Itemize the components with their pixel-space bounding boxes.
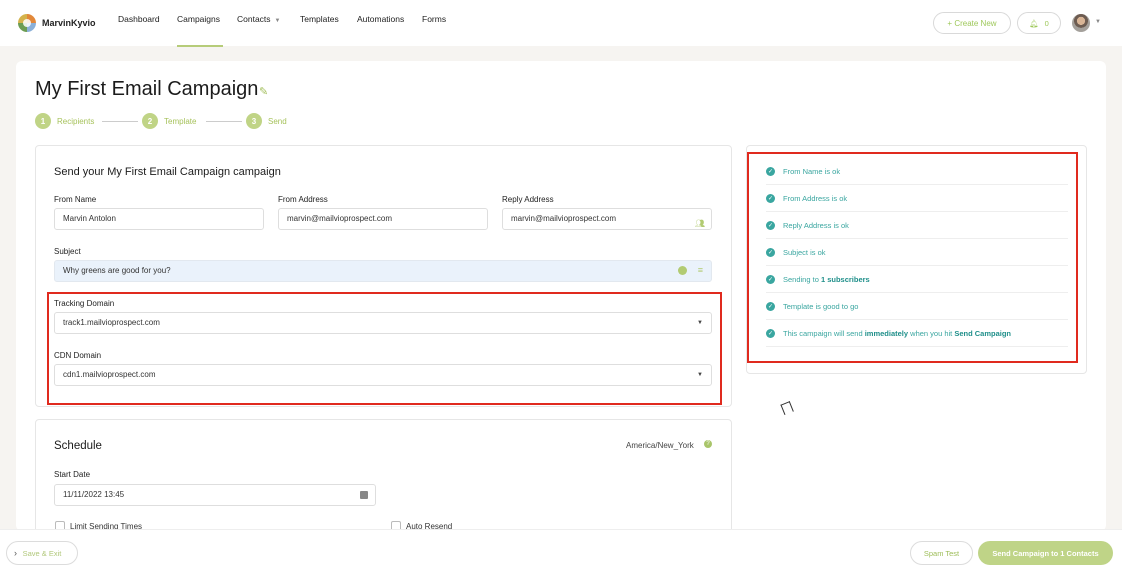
page-title: My First Email Campaign <box>35 78 259 100</box>
check-from-address: ✓ From Address is ok <box>766 185 1068 212</box>
from-name-label: From Name <box>54 195 97 204</box>
check-text-prefix: This campaign will send <box>783 328 865 338</box>
cdn-domain-select[interactable]: cdn1.mailvioprospect.com ▼ <box>54 364 712 386</box>
nav-templates[interactable]: Templates <box>300 14 339 47</box>
check-circle-icon: ✓ <box>766 220 775 230</box>
step-label: Template <box>164 116 197 126</box>
help-icon[interactable]: ? <box>704 440 712 448</box>
notifications-button[interactable]: 🔔︎ 0 <box>1017 12 1061 34</box>
subscriber-count: 1 subscribers <box>820 274 870 284</box>
brand-logo-icon <box>18 14 36 32</box>
nav-campaigns[interactable]: Campaigns <box>177 14 223 47</box>
check-text: Reply Address is ok <box>783 220 849 230</box>
subject-field[interactable]: Why greens are good for you? ≡ <box>54 260 712 282</box>
from-address-label: From Address <box>278 195 328 204</box>
send-campaign-button[interactable]: Send Campaign to 1 Contacts <box>978 541 1113 565</box>
calendar-icon[interactable] <box>360 491 368 499</box>
brand[interactable]: MarvinKyvio <box>18 14 96 32</box>
highlight-frame-domains <box>47 292 722 405</box>
check-reply-address: ✓ Reply Address is ok <box>766 212 1068 239</box>
cdn-domain-label: CDN Domain <box>54 351 102 360</box>
step-template[interactable]: 2 Template <box>142 113 196 129</box>
start-date-field[interactable]: 11/11/2022 13:45 <box>54 484 376 506</box>
from-name-field[interactable]: Marvin Antolon <box>54 208 264 230</box>
subject-value: Why greens are good for you? <box>63 266 171 275</box>
step-label: Send <box>268 116 287 126</box>
timezone: America/New_York <box>626 441 694 450</box>
check-subject: ✓ Subject is ok <box>766 239 1068 266</box>
subject-label: Subject <box>54 247 81 256</box>
pencil-icon[interactable]: ✎ <box>259 85 268 98</box>
check-text: Sending to 1 subscribers <box>783 275 870 284</box>
spam-test-button[interactable]: Spam Test <box>910 541 973 565</box>
chevron-down-icon: ▼ <box>274 18 281 24</box>
send-heading: Send your My First Email Campaign campai… <box>54 166 281 178</box>
reply-address-field[interactable]: marvin@mailvioprospect.com 👥︎ <box>502 208 712 230</box>
step-label: Recipients <box>57 116 95 126</box>
tracking-domain-select[interactable]: track1.mailvioprospect.com ▼ <box>54 312 712 334</box>
reply-address-value: marvin@mailvioprospect.com <box>511 214 617 223</box>
nav-automations[interactable]: Automations <box>357 14 404 47</box>
check-text-mid: when you hit <box>908 328 955 338</box>
nav-contacts[interactable]: Contacts ▼ <box>237 14 281 47</box>
check-circle-icon: ✓ <box>766 274 775 284</box>
step-number: 2 <box>142 113 158 129</box>
tracking-domain-label: Tracking Domain <box>54 299 115 308</box>
check-text: Template is good to go <box>783 301 859 311</box>
check-template: ✓ Template is good to go <box>766 293 1068 320</box>
check-circle-icon: ✓ <box>766 193 775 203</box>
check-sending-to: ✓ Sending to 1 subscribers <box>766 266 1068 293</box>
chevron-down-icon[interactable]: ▼ <box>1095 19 1101 25</box>
from-address-field[interactable]: marvin@mailvioprospect.com <box>278 208 488 230</box>
chevron-down-icon: ▼ <box>697 372 703 378</box>
check-circle-icon: ✓ <box>766 328 775 338</box>
check-send-timing: ✓ This campaign will send immediately wh… <box>766 320 1068 347</box>
brand-name: MarvinKyvio <box>42 18 96 28</box>
tracking-domain-value: track1.mailvioprospect.com <box>63 318 160 327</box>
notifications-count: 0 <box>1044 18 1049 28</box>
nav-dashboard[interactable]: Dashboard <box>118 14 160 47</box>
step-recipients[interactable]: 1 Recipients <box>35 113 94 129</box>
check-circle-icon: ✓ <box>766 301 775 311</box>
start-date-value: 11/11/2022 13:45 <box>63 490 125 499</box>
check-from-name: ✓ From Name is ok <box>766 158 1068 185</box>
check-text: This campaign will send immediately when… <box>783 329 1011 338</box>
send-timing: immediately <box>864 328 909 338</box>
contacts-icon[interactable]: 👥︎ <box>695 214 705 234</box>
nav-forms[interactable]: Forms <box>422 14 446 47</box>
step-number: 3 <box>246 113 262 129</box>
reply-address-label: Reply Address <box>502 195 554 204</box>
check-circle-icon: ✓ <box>766 166 775 176</box>
emoji-icon[interactable] <box>678 266 687 275</box>
step-connector <box>206 121 242 122</box>
check-text-prefix: Sending to <box>783 274 821 284</box>
top-navbar: MarvinKyvio Dashboard Campaigns Contacts… <box>0 0 1122 47</box>
step-number: 1 <box>35 113 51 129</box>
send-campaign-ref: Send Campaign <box>954 328 1012 338</box>
check-text: Subject is ok <box>783 247 826 257</box>
avatar[interactable] <box>1072 14 1090 32</box>
schedule-heading: Schedule <box>54 440 102 452</box>
schedule-panel <box>35 419 732 534</box>
create-new-button[interactable]: + Create New <box>933 12 1011 34</box>
nav-contacts-label: Contacts <box>237 14 271 24</box>
chevron-down-icon: ▼ <box>697 320 703 326</box>
cdn-domain-value: cdn1.mailvioprospect.com <box>63 370 156 379</box>
check-text: From Name is ok <box>783 166 841 176</box>
check-circle-icon: ✓ <box>766 247 775 257</box>
step-connector <box>102 121 138 122</box>
bell-icon: 🔔︎ <box>1029 18 1039 28</box>
chevron-right-icon[interactable]: › <box>14 548 17 558</box>
step-send[interactable]: 3 Send <box>246 113 287 129</box>
start-date-label: Start Date <box>54 470 91 479</box>
check-text: From Address is ok <box>783 193 848 203</box>
personalize-icon[interactable]: ≡ <box>698 265 703 275</box>
